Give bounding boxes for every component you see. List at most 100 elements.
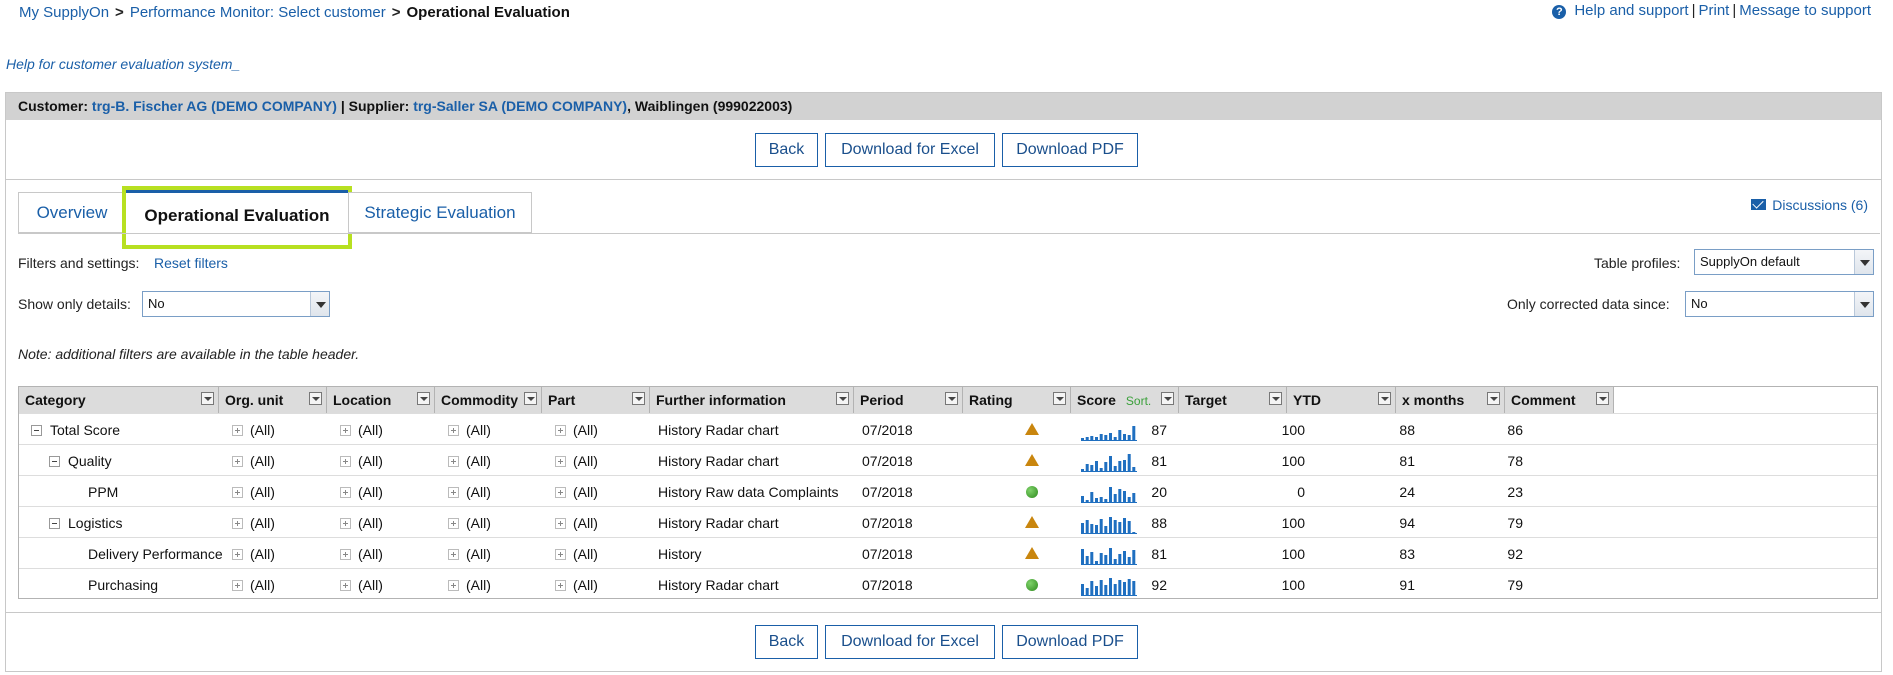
location-value: (All) <box>358 422 383 438</box>
column-header-comment[interactable]: Comment <box>1505 387 1614 413</box>
score-sparkline[interactable] <box>1081 512 1137 534</box>
filter-dropdown-icon[interactable] <box>1378 392 1391 405</box>
back-button-bottom[interactable]: Back <box>755 625 818 659</box>
back-button[interactable]: Back <box>755 133 818 167</box>
expand-icon[interactable] <box>340 549 351 560</box>
filter-dropdown-icon[interactable] <box>524 392 537 405</box>
expand-icon[interactable] <box>448 518 459 529</box>
filter-dropdown-icon[interactable] <box>417 392 430 405</box>
further-information-link[interactable]: History Radar chart <box>658 515 779 531</box>
filter-dropdown-icon[interactable] <box>201 392 214 405</box>
column-header-part[interactable]: Part <box>542 387 650 413</box>
column-header-label: Category <box>25 392 86 408</box>
expand-icon[interactable] <box>232 487 243 498</box>
column-header-score[interactable]: Score Sort. <box>1071 387 1179 413</box>
expand-icon[interactable] <box>232 456 243 467</box>
expand-icon[interactable] <box>232 580 243 591</box>
expand-icon[interactable] <box>340 456 351 467</box>
expand-icon[interactable] <box>448 487 459 498</box>
expand-icon[interactable] <box>232 549 243 560</box>
chevron-down-icon[interactable] <box>1854 292 1873 316</box>
chevron-down-icon[interactable] <box>310 292 329 316</box>
download-pdf-button[interactable]: Download PDF <box>1002 133 1138 167</box>
expand-icon[interactable] <box>448 580 459 591</box>
score-sparkline[interactable] <box>1081 419 1137 441</box>
expand-icon[interactable] <box>232 425 243 436</box>
category-label: Purchasing <box>88 577 159 593</box>
filter-dropdown-icon[interactable] <box>836 392 849 405</box>
expand-icon[interactable] <box>340 580 351 591</box>
score-sparkline[interactable] <box>1081 450 1137 472</box>
supplier-name-link[interactable]: trg-Saller SA (DEMO COMPANY) <box>413 98 627 114</box>
expand-icon[interactable] <box>555 549 566 560</box>
further-information-link[interactable]: History Raw data Complaints <box>658 484 839 500</box>
customer-name-link[interactable]: trg-B. Fischer AG (DEMO COMPANY) <box>92 98 337 114</box>
expand-icon[interactable] <box>555 580 566 591</box>
expand-icon[interactable] <box>555 518 566 529</box>
further-information-link[interactable]: History <box>658 546 702 562</box>
download-excel-button-bottom[interactable]: Download for Excel <box>825 625 995 659</box>
column-header-further-information[interactable]: Further information <box>650 387 854 413</box>
column-header-org-unit[interactable]: Org. unit <box>219 387 327 413</box>
expand-icon[interactable] <box>555 487 566 498</box>
help-customer-evaluation-link[interactable]: Help for customer evaluation system_ <box>6 56 240 72</box>
expand-icon[interactable] <box>340 487 351 498</box>
tab-overview[interactable]: Overview <box>18 192 126 233</box>
download-pdf-button-bottom[interactable]: Download PDF <box>1002 625 1138 659</box>
tab-strategic-evaluation[interactable]: Strategic Evaluation <box>348 192 532 233</box>
breadcrumb-parent-link[interactable]: Performance Monitor: Select customer <box>130 4 386 21</box>
message-to-support-link[interactable]: Message to support <box>1739 2 1871 19</box>
further-information-link[interactable]: History Radar chart <box>658 577 779 593</box>
filter-dropdown-icon[interactable] <box>1053 392 1066 405</box>
show-details-select[interactable]: No <box>142 291 330 317</box>
reset-filters-link[interactable]: Reset filters <box>154 255 228 271</box>
part-value: (All) <box>573 577 598 593</box>
breadcrumb-home-link[interactable]: My SupplyOn <box>19 4 109 21</box>
filter-dropdown-icon[interactable] <box>1161 392 1174 405</box>
expand-icon[interactable] <box>448 456 459 467</box>
print-link[interactable]: Print <box>1699 2 1730 19</box>
org-unit-value: (All) <box>250 453 275 469</box>
sort-indicator[interactable]: Sort. <box>1126 394 1151 408</box>
collapse-toggle-icon[interactable] <box>49 518 60 529</box>
help-and-support-link[interactable]: Help and support <box>1574 2 1688 19</box>
expand-icon[interactable] <box>555 456 566 467</box>
filter-dropdown-icon[interactable] <box>945 392 958 405</box>
location-value: (All) <box>358 484 383 500</box>
tab-operational-evaluation[interactable]: Operational Evaluation <box>122 186 352 249</box>
filter-dropdown-icon[interactable] <box>1269 392 1282 405</box>
score-sparkline[interactable] <box>1081 481 1137 503</box>
score-sparkline[interactable] <box>1081 574 1137 596</box>
expand-icon[interactable] <box>340 425 351 436</box>
collapse-toggle-icon[interactable] <box>49 456 60 467</box>
filter-dropdown-icon[interactable] <box>632 392 645 405</box>
column-header-commodity[interactable]: Commodity <box>435 387 542 413</box>
expand-icon[interactable] <box>555 425 566 436</box>
corrected-data-select[interactable]: No <box>1685 291 1874 317</box>
score-sparkline[interactable] <box>1081 543 1137 565</box>
column-header-category[interactable]: Category <box>19 387 219 413</box>
chevron-down-icon[interactable] <box>1854 250 1873 274</box>
filter-dropdown-icon[interactable] <box>309 392 322 405</box>
further-information-link[interactable]: History Radar chart <box>658 422 779 438</box>
help-icon[interactable]: ? <box>1552 5 1567 19</box>
filter-dropdown-icon[interactable] <box>1596 392 1609 405</box>
filter-dropdown-icon[interactable] <box>1487 392 1500 405</box>
column-header-rating[interactable]: Rating <box>963 387 1071 413</box>
x-months-value: 79 <box>1507 515 1523 531</box>
column-header-target[interactable]: Target <box>1179 387 1287 413</box>
collapse-toggle-icon[interactable] <box>31 425 42 436</box>
discussions-link[interactable]: Discussions (6) <box>1751 197 1868 213</box>
column-header-period[interactable]: Period <box>854 387 963 413</box>
table-profiles-select[interactable]: SupplyOn default <box>1694 249 1874 275</box>
further-information-link[interactable]: History Radar chart <box>658 453 779 469</box>
column-header-x-months[interactable]: x months <box>1396 387 1505 413</box>
expand-icon[interactable] <box>448 549 459 560</box>
column-header-label: Commodity <box>441 392 518 408</box>
column-header-location[interactable]: Location <box>327 387 435 413</box>
expand-icon[interactable] <box>448 425 459 436</box>
column-header-ytd[interactable]: YTD <box>1287 387 1396 413</box>
expand-icon[interactable] <box>340 518 351 529</box>
expand-icon[interactable] <box>232 518 243 529</box>
download-excel-button[interactable]: Download for Excel <box>825 133 995 167</box>
